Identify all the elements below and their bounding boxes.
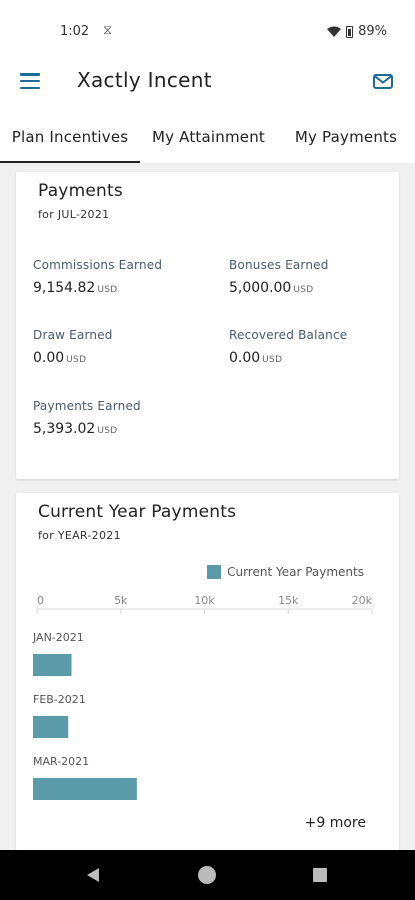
- tab-bar: Plan Incentives My Attainment My Payment…: [0, 104, 415, 163]
- metric-value: 9,154.82 USD: [33, 280, 118, 296]
- more-months-link[interactable]: +9 more: [305, 815, 366, 831]
- bar-category-label: MAR-2021: [33, 755, 89, 768]
- metric-value: 5,000.00 USD: [229, 280, 314, 296]
- tab-my-attainment[interactable]: My Attainment: [140, 104, 277, 163]
- payments-card[interactable]: Payments for JUL-2021 Commissions Earned…: [16, 172, 399, 479]
- tab-plan-incentives[interactable]: Plan Incentives: [0, 104, 140, 163]
- metric-commissions: Commissions Earned 9,154.82 USD: [33, 258, 213, 296]
- status-right: 89%: [327, 24, 387, 39]
- payments-title: Payments: [38, 181, 123, 201]
- menu-icon[interactable]: [20, 73, 40, 89]
- mail-icon[interactable]: [373, 74, 393, 89]
- recent-apps-icon[interactable]: [313, 868, 327, 882]
- metric-recovered-balance: Recovered Balance 0.00 USD: [229, 328, 409, 366]
- metric-value: 0.00 USD: [229, 350, 283, 366]
- x-tick-label: 5k: [114, 594, 128, 607]
- current-year-payments-card[interactable]: Current Year Payments for YEAR-2021 Curr…: [16, 493, 399, 850]
- payments-bar-chart: 0 5k 10k 15k 20k JAN-2021 FEB-2021 MAR-2021: [32, 594, 373, 800]
- x-tick-label: 20k: [352, 594, 373, 607]
- payments-period: for JUL-2021: [38, 208, 110, 221]
- metric-label: Payments Earned: [33, 399, 141, 413]
- bar-category-label: JAN-2021: [32, 631, 84, 644]
- x-tick-label: 0: [37, 594, 44, 607]
- metric-label: Commissions Earned: [33, 258, 163, 272]
- app-title: Xactly Incent: [77, 68, 212, 92]
- metric-value: 0.00 USD: [33, 350, 87, 366]
- bar: [33, 778, 137, 800]
- metric-label: Bonuses Earned: [229, 258, 329, 272]
- metric-bonuses: Bonuses Earned 5,000.00 USD: [229, 258, 409, 296]
- battery-icon: [346, 25, 354, 38]
- x-tick-label: 10k: [194, 594, 215, 607]
- back-icon[interactable]: [87, 868, 99, 882]
- metric-value: 5,393.02 USD: [33, 421, 118, 437]
- sync-icon: ⧖: [103, 23, 113, 38]
- system-nav-bar: [0, 850, 415, 900]
- metric-draw: Draw Earned 0.00 USD: [33, 328, 213, 366]
- bar-category-label: FEB-2021: [33, 693, 86, 706]
- status-time: 1:02: [60, 24, 90, 39]
- battery-level: 89%: [358, 24, 387, 39]
- x-tick-label: 15k: [278, 594, 299, 607]
- home-icon[interactable]: [198, 866, 216, 884]
- tab-my-payments[interactable]: My Payments: [277, 104, 415, 163]
- app-bar: Xactly Incent: [0, 62, 415, 104]
- bar: [33, 654, 72, 676]
- metric-label: Recovered Balance: [229, 328, 348, 342]
- status-bar: 1:02 ⧖ 89%: [0, 0, 415, 62]
- bar: [33, 716, 69, 738]
- wifi-icon: [327, 26, 342, 37]
- metric-payments-earned: Payments Earned 5,393.02 USD: [33, 399, 213, 437]
- metric-label: Draw Earned: [33, 328, 113, 342]
